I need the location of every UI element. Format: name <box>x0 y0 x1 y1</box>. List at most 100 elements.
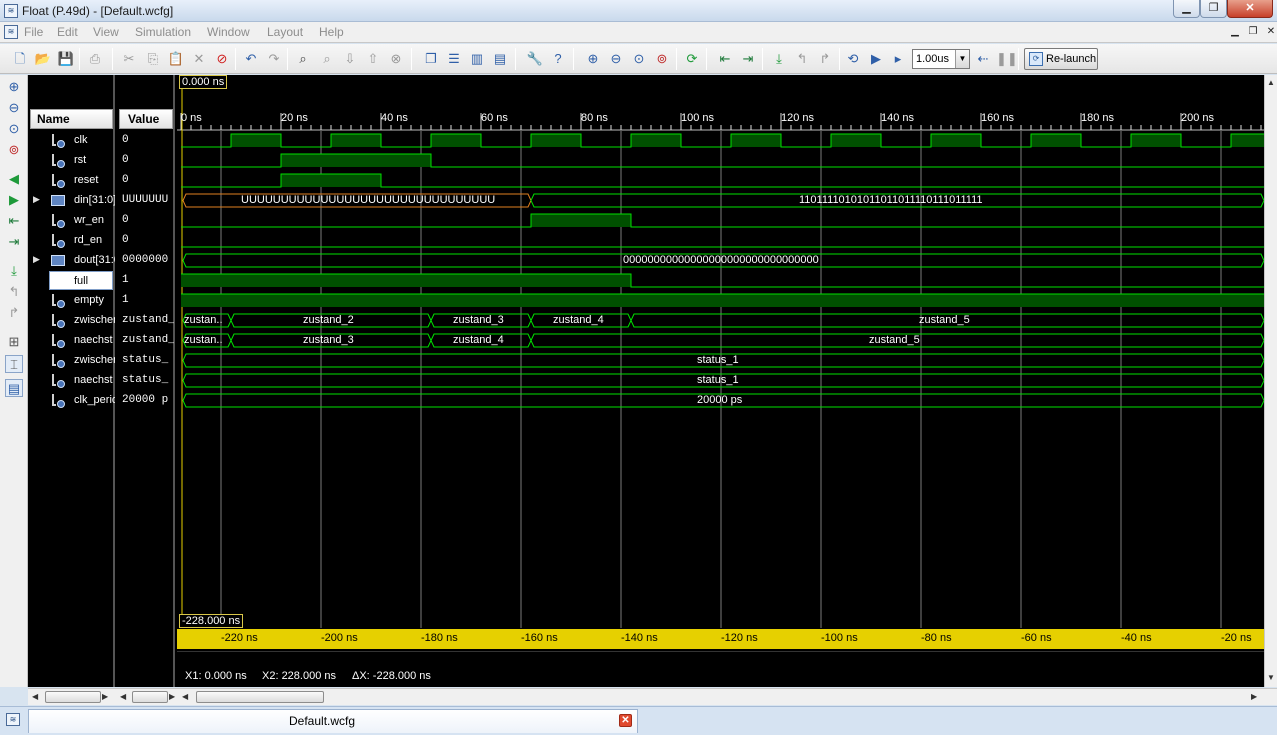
menu-file[interactable]: File <box>24 25 43 39</box>
step-icon[interactable]: ⇠ <box>974 50 992 68</box>
help-pointer-icon[interactable]: ? <box>549 50 567 68</box>
menu-edit[interactable]: Edit <box>57 25 78 39</box>
redo-icon[interactable]: ↷ <box>265 50 283 68</box>
zoom-in-icon[interactable]: ⊕ <box>584 50 602 68</box>
step-forward-icon[interactable]: ↱ <box>816 50 834 68</box>
paste-icon[interactable]: 📋 <box>167 50 185 68</box>
menu-layout[interactable]: Layout <box>267 25 303 39</box>
signal-row[interactable]: rst <box>28 151 115 171</box>
value-column-header[interactable]: Value <box>119 109 173 129</box>
delete-icon[interactable]: ✕ <box>190 50 208 68</box>
arrow-up-icon[interactable]: ⇧ <box>364 50 382 68</box>
horizontal-scrollbar[interactable]: ◀ ▶ ◀ ▶ ◀ ▶ <box>28 688 1277 705</box>
marker-icon[interactable]: ⌶ <box>5 355 23 373</box>
step-back-icon[interactable]: ↰ <box>5 283 23 301</box>
chevron-down-icon[interactable]: ▼ <box>955 50 969 68</box>
signal-value-row[interactable]: 0 <box>117 131 175 151</box>
signal-row[interactable]: zwischen <box>28 351 115 371</box>
mdi-close-icon[interactable]: ✕ <box>1262 24 1277 40</box>
signal-row[interactable]: wr_en <box>28 211 115 231</box>
signal-value-row[interactable]: 0 <box>117 211 175 231</box>
zoom-fit-icon[interactable]: ⊙ <box>5 120 23 138</box>
signal-value-row[interactable]: 0 <box>117 151 175 171</box>
scroll-up-icon[interactable]: ▲ <box>1267 78 1275 87</box>
menu-view[interactable]: View <box>93 25 119 39</box>
signal-row[interactable]: ▶ dout[31:0] <box>28 251 115 271</box>
scroll-right-icon[interactable]: ▶ <box>102 692 108 701</box>
signal-value-row[interactable]: 1 <box>117 271 175 291</box>
wave-scroll-thumb[interactable] <box>196 691 324 703</box>
menu-simulation[interactable]: Simulation <box>135 25 191 39</box>
clear-icon[interactable]: ⊗ <box>387 50 405 68</box>
undo-icon[interactable]: ↶ <box>242 50 260 68</box>
signal-value-row[interactable]: 1 <box>117 291 175 311</box>
run-icon[interactable]: ▶ <box>867 50 885 68</box>
expand-arrow-icon[interactable]: ▶ <box>33 194 40 205</box>
scroll-left-icon[interactable]: ◀ <box>32 692 38 701</box>
signal-row[interactable]: clk <box>28 131 115 151</box>
signal-value-row[interactable]: UUUUUUU <box>117 191 175 211</box>
next-transition-icon[interactable]: ▶ <box>5 191 23 209</box>
signal-row[interactable]: empty <box>28 291 115 311</box>
minimize-button[interactable]: ▁ <box>1173 0 1200 18</box>
go-start-icon[interactable]: ⇤ <box>716 50 734 68</box>
zoom-cursor-icon[interactable]: ⊚ <box>653 50 671 68</box>
zoom-fit-icon[interactable]: ⊙ <box>630 50 648 68</box>
signal-value-row[interactable]: 0000000 <box>117 251 175 271</box>
go-end-icon[interactable]: ⇥ <box>5 233 23 251</box>
snap-icon[interactable]: ⊞ <box>5 333 23 351</box>
cut-icon[interactable]: ✂ <box>120 50 138 68</box>
refresh-icon[interactable]: ⟳ <box>683 50 701 68</box>
signal-row[interactable]: ▶ din[31:0] <box>28 191 115 211</box>
zoom-in-icon[interactable]: ⊕ <box>5 78 23 96</box>
run-for-icon[interactable]: ▸ <box>889 50 907 68</box>
window-icon[interactable]: ▤ <box>491 50 509 68</box>
find-next-icon[interactable]: ⌕ <box>318 50 336 68</box>
scroll-down-icon[interactable]: ▼ <box>1267 673 1275 682</box>
vertical-scrollbar[interactable]: ▲ ▼ <box>1264 75 1277 687</box>
bus-view-icon[interactable]: ▤ <box>5 379 23 397</box>
name-column-header[interactable]: Name <box>30 109 113 129</box>
wrench-icon[interactable]: 🔧 <box>526 50 544 68</box>
signal-row[interactable]: zwischen <box>28 311 115 331</box>
close-button[interactable]: ✕ <box>1227 0 1273 18</box>
signal-value-row[interactable]: 0 <box>117 171 175 191</box>
values-scroll-thumb[interactable] <box>132 691 168 703</box>
signal-value-row[interactable]: 20000 p <box>117 391 175 411</box>
document-icon[interactable]: ≋ <box>4 25 18 39</box>
signal-row[interactable]: full <box>28 271 115 291</box>
menu-window[interactable]: Window <box>207 25 250 39</box>
open-folder-icon[interactable]: 📂 <box>34 50 52 68</box>
scroll-left-icon[interactable]: ◀ <box>120 692 126 701</box>
expand-arrow-icon[interactable]: ▶ <box>33 254 40 265</box>
mdi-minimize-icon[interactable]: ▁ <box>1226 24 1244 40</box>
pause-icon[interactable]: ❚❚ <box>996 50 1018 68</box>
run-time-select[interactable]: 1.00us ▼ <box>912 49 970 69</box>
signal-row[interactable]: rd_en <box>28 231 115 251</box>
go-start-icon[interactable]: ⇤ <box>5 212 23 230</box>
restart-icon[interactable]: ⟲ <box>844 50 862 68</box>
signal-row[interactable]: clk_period <box>28 391 115 411</box>
zoom-out-icon[interactable]: ⊖ <box>5 99 23 117</box>
signal-row[interactable]: naechst <box>28 371 115 391</box>
step-forward-icon[interactable]: ↱ <box>5 304 23 322</box>
zoom-out-icon[interactable]: ⊖ <box>607 50 625 68</box>
save-icon[interactable]: 💾 <box>57 50 75 68</box>
go-end-icon[interactable]: ⇥ <box>739 50 757 68</box>
signal-row[interactable]: reset <box>28 171 115 191</box>
signal-row[interactable]: naechst <box>28 331 115 351</box>
relaunch-button[interactable]: ⟳ Re-launch <box>1024 48 1098 70</box>
scroll-right-icon[interactable]: ▶ <box>169 692 175 701</box>
names-scroll-thumb[interactable] <box>45 691 101 703</box>
cascade-icon[interactable]: ❐ <box>422 50 440 68</box>
tab-default-wcfg[interactable]: Default.wcfg ✕ <box>28 709 638 733</box>
scroll-right-icon[interactable]: ▶ <box>1251 692 1257 701</box>
tile-horizontal-icon[interactable]: ☰ <box>445 50 463 68</box>
mdi-restore-icon[interactable]: ❐ <box>1244 24 1262 40</box>
step-back-icon[interactable]: ↰ <box>793 50 811 68</box>
signal-value-row[interactable]: 0 <box>117 231 175 251</box>
signal-value-row[interactable]: status_ <box>117 351 175 371</box>
signal-value-row[interactable]: status_ <box>117 371 175 391</box>
scroll-left-icon[interactable]: ◀ <box>182 692 188 701</box>
signal-value-row[interactable]: zustand_ <box>117 331 175 351</box>
